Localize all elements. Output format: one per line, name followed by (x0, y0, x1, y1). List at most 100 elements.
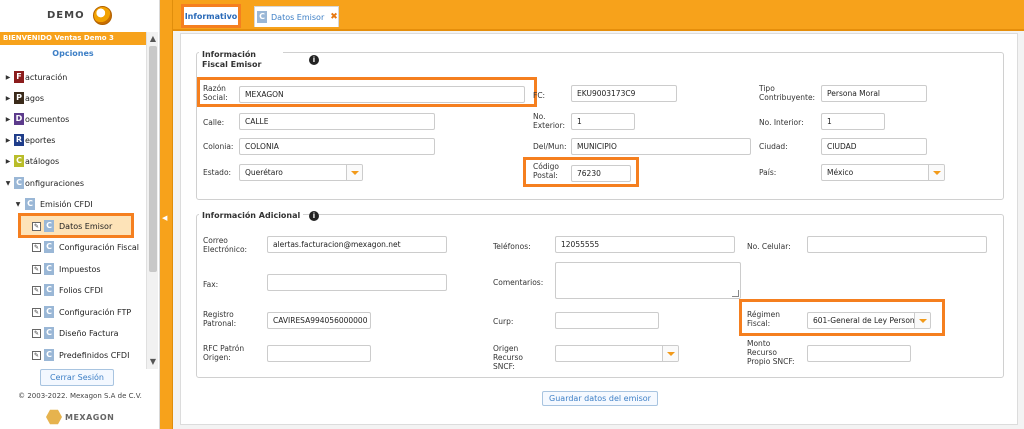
tab-label: Datos Emisor (271, 12, 325, 22)
scroll-thumb[interactable] (149, 46, 157, 272)
nav-item-configuracion-ftp[interactable]: ✎ C Configuración FTP (0, 302, 146, 322)
celular-input[interactable] (807, 236, 987, 253)
nav-label: ocumentos (25, 114, 70, 124)
origen-recurso-label: Origen Recurso SNCF: (493, 344, 523, 371)
nav-item-predefinidos-cfdi[interactable]: ✎ C Predefinidos CFDI (0, 345, 146, 365)
estado-value: Querétaro (245, 168, 283, 177)
fax-input[interactable] (267, 274, 447, 291)
emision-cfdi-icon: C (25, 198, 35, 210)
regimen-fiscal-select[interactable]: 601-General de Ley Person (807, 312, 931, 329)
no-interior-label: No. Interior: (759, 118, 804, 127)
nav-item-configuracion-fiscal[interactable]: ✎ C Configuración Fiscal (0, 237, 146, 257)
curp-input[interactable] (555, 312, 659, 329)
tab-bar: Informativo C Datos Emisor ✖ (173, 0, 1024, 31)
sidebar: DEMO BIENVENIDO Ventas Demo 3 Opciones ▶… (0, 0, 160, 429)
pais-value: México (827, 168, 854, 177)
nav-label: Configuración Fiscal (59, 242, 139, 252)
comentarios-textarea[interactable] (555, 262, 741, 299)
razon-social-input[interactable]: MEXAGON (239, 86, 525, 103)
no-interior-input[interactable]: 1 (821, 113, 885, 130)
monto-recurso-label: Monto Recurso Propio SNCF: (747, 339, 795, 366)
nav-label: acturación (25, 72, 68, 82)
info-icon[interactable]: i (309, 55, 319, 65)
chevron-down-icon[interactable] (928, 165, 944, 180)
nav-label: Configuración FTP (59, 307, 132, 317)
expand-arrow-icon: ▶ (5, 115, 11, 123)
ciudad-label: Ciudad: (759, 142, 788, 151)
telefonos-input[interactable]: 12055555 (555, 236, 735, 253)
brand-name: DEMO (47, 10, 85, 21)
nav-item-diseno-factura[interactable]: ✎ C Diseño Factura (0, 323, 146, 343)
scroll-down-icon[interactable]: ▼ (148, 357, 158, 367)
tab-datos-emisor[interactable]: C Datos Emisor ✖ (254, 6, 339, 27)
copyright-text: © 2003-2022. Mexagon S.A de C.V. (18, 392, 142, 400)
scroll-up-icon[interactable]: ▲ (148, 34, 158, 44)
nav-label: eportes (25, 135, 56, 145)
estado-label: Estado: (203, 168, 232, 177)
resize-grip-icon[interactable] (732, 290, 739, 297)
rfc-input[interactable]: EKU9003173C9 (571, 85, 677, 102)
tab-label: Informativo (184, 11, 238, 21)
save-emisor-button[interactable]: Guardar datos del emisor (542, 391, 658, 406)
chevron-down-icon[interactable] (662, 346, 678, 361)
calle-input[interactable]: CALLE (239, 113, 435, 130)
adicional-legend: Información Adicional (199, 211, 304, 221)
collapse-arrow-icon: ▼ (15, 200, 21, 208)
correo-input[interactable]: alertas.facturacion@mexagon.net (267, 236, 447, 253)
codigo-postal-label: Código Postal: (533, 162, 560, 180)
nav-item-reportes[interactable]: ▶ R eportes (0, 130, 146, 150)
razon-social-label: Razón Social: (203, 84, 228, 102)
regimen-fiscal-label: Régimen Fiscal: (747, 310, 781, 328)
tab-informativo[interactable]: Informativo (181, 4, 241, 28)
sidebar-scrollbar[interactable]: ▲ ▼ (146, 32, 158, 369)
configuracion-ftp-icon: C (44, 306, 54, 318)
options-link[interactable]: Opciones (0, 49, 146, 58)
no-exterior-input[interactable]: 1 (571, 113, 635, 130)
nav-item-folios-cfdi[interactable]: ✎ C Folios CFDI (0, 280, 146, 300)
codigo-postal-input[interactable]: 76230 (571, 165, 631, 182)
edit-icon: ✎ (32, 307, 41, 317)
expand-arrow-icon: ▶ (5, 73, 11, 81)
nav-item-datos-emisor[interactable]: ✎ C Datos Emisor (0, 216, 146, 236)
catalogos-icon: C (14, 155, 24, 167)
folios-cfdi-icon: C (44, 284, 54, 296)
calle-label: Calle: (203, 118, 225, 127)
curp-label: Curp: (493, 317, 514, 326)
nav-item-documentos[interactable]: ▶ D ocumentos (0, 109, 146, 129)
collapse-sidebar-icon[interactable]: ◀ (162, 214, 167, 222)
fax-label: Fax: (203, 280, 219, 289)
pais-select[interactable]: México (821, 164, 945, 181)
chevron-down-icon[interactable] (346, 165, 362, 180)
nav-label: agos (25, 93, 45, 103)
registro-patronal-input[interactable]: CAVIRESA994056000000 (267, 312, 371, 329)
chevron-down-icon[interactable] (914, 313, 930, 328)
welcome-banner: BIENVENIDO Ventas Demo 3 (0, 32, 146, 45)
ciudad-input[interactable]: CIUDAD (821, 138, 927, 155)
edit-icon: ✎ (32, 350, 41, 360)
reportes-icon: R (14, 134, 24, 146)
monto-recurso-input[interactable] (807, 345, 911, 362)
nav-label: Diseño Factura (59, 328, 119, 338)
info-icon[interactable]: i (309, 211, 319, 221)
sidebar-splitter[interactable]: ◀ (160, 0, 173, 429)
logout-button[interactable]: Cerrar Sesión (40, 369, 114, 386)
main-panel: Información Fiscal Emisor i Razón Social… (180, 33, 1018, 425)
rfc-patron-input[interactable] (267, 345, 371, 362)
del-mun-label: Del/Mun: (533, 142, 567, 151)
nav-item-impuestos[interactable]: ✎ C Impuestos (0, 259, 146, 279)
nav-item-pagos[interactable]: ▶ P agos (0, 88, 146, 108)
edit-icon: ✎ (32, 285, 41, 295)
origen-recurso-select[interactable] (555, 345, 679, 362)
documentos-icon: D (14, 113, 24, 125)
tipo-contribuyente-input[interactable]: Persona Moral (821, 85, 927, 102)
del-mun-input[interactable]: MUNICIPIO (571, 138, 751, 155)
estado-select[interactable]: Querétaro (239, 164, 363, 181)
nav-item-configuraciones[interactable]: ▼ C onfiguraciones (0, 173, 146, 193)
edit-icon: ✎ (32, 221, 41, 231)
close-tab-icon[interactable]: ✖ (330, 12, 338, 22)
nav-item-facturacion[interactable]: ▶ F acturación (0, 67, 146, 87)
brand-logo-icon (93, 6, 112, 25)
colonia-input[interactable]: COLONIA (239, 138, 435, 155)
nav-item-emision-cfdi[interactable]: ▼ C Emisión CFDI (0, 194, 146, 214)
nav-item-catalogos[interactable]: ▶ C atálogos (0, 151, 146, 171)
